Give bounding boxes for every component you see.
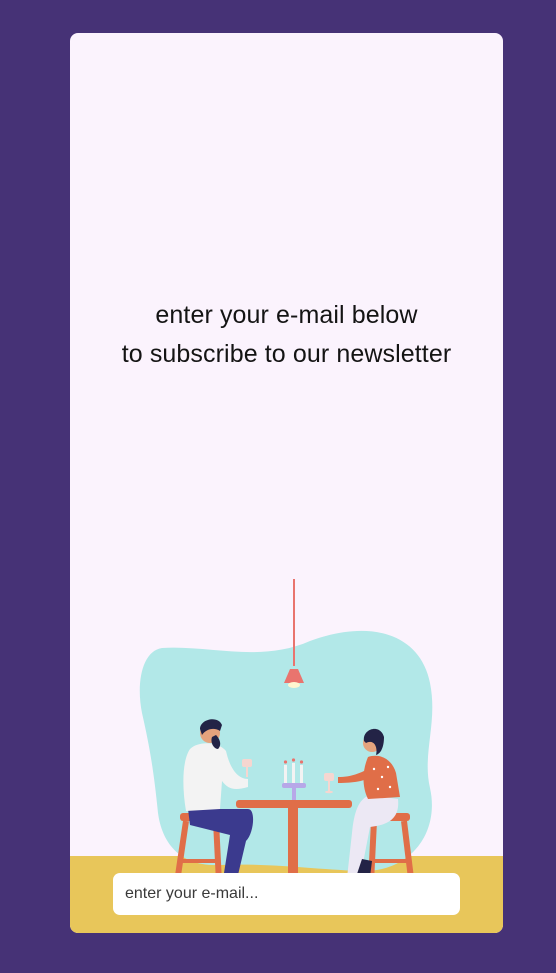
- newsletter-card: enter your e-mail below to subscribe to …: [70, 33, 503, 933]
- candle: [292, 763, 295, 783]
- candle-holder: [282, 783, 306, 788]
- email-input[interactable]: [113, 873, 460, 915]
- wine-glass-left: [242, 759, 252, 767]
- candle: [300, 765, 303, 783]
- table-top: [236, 800, 352, 808]
- headline-line-2: to subscribe to our newsletter: [121, 340, 452, 368]
- lamp-bulb: [288, 682, 300, 688]
- headline-line-1: enter your e-mail below: [155, 301, 418, 329]
- couple-dining-illustration: [139, 579, 433, 904]
- candle: [284, 765, 287, 783]
- wine-glass-right: [324, 773, 334, 781]
- page-title: enter your e-mail below to subscribe to …: [70, 296, 503, 374]
